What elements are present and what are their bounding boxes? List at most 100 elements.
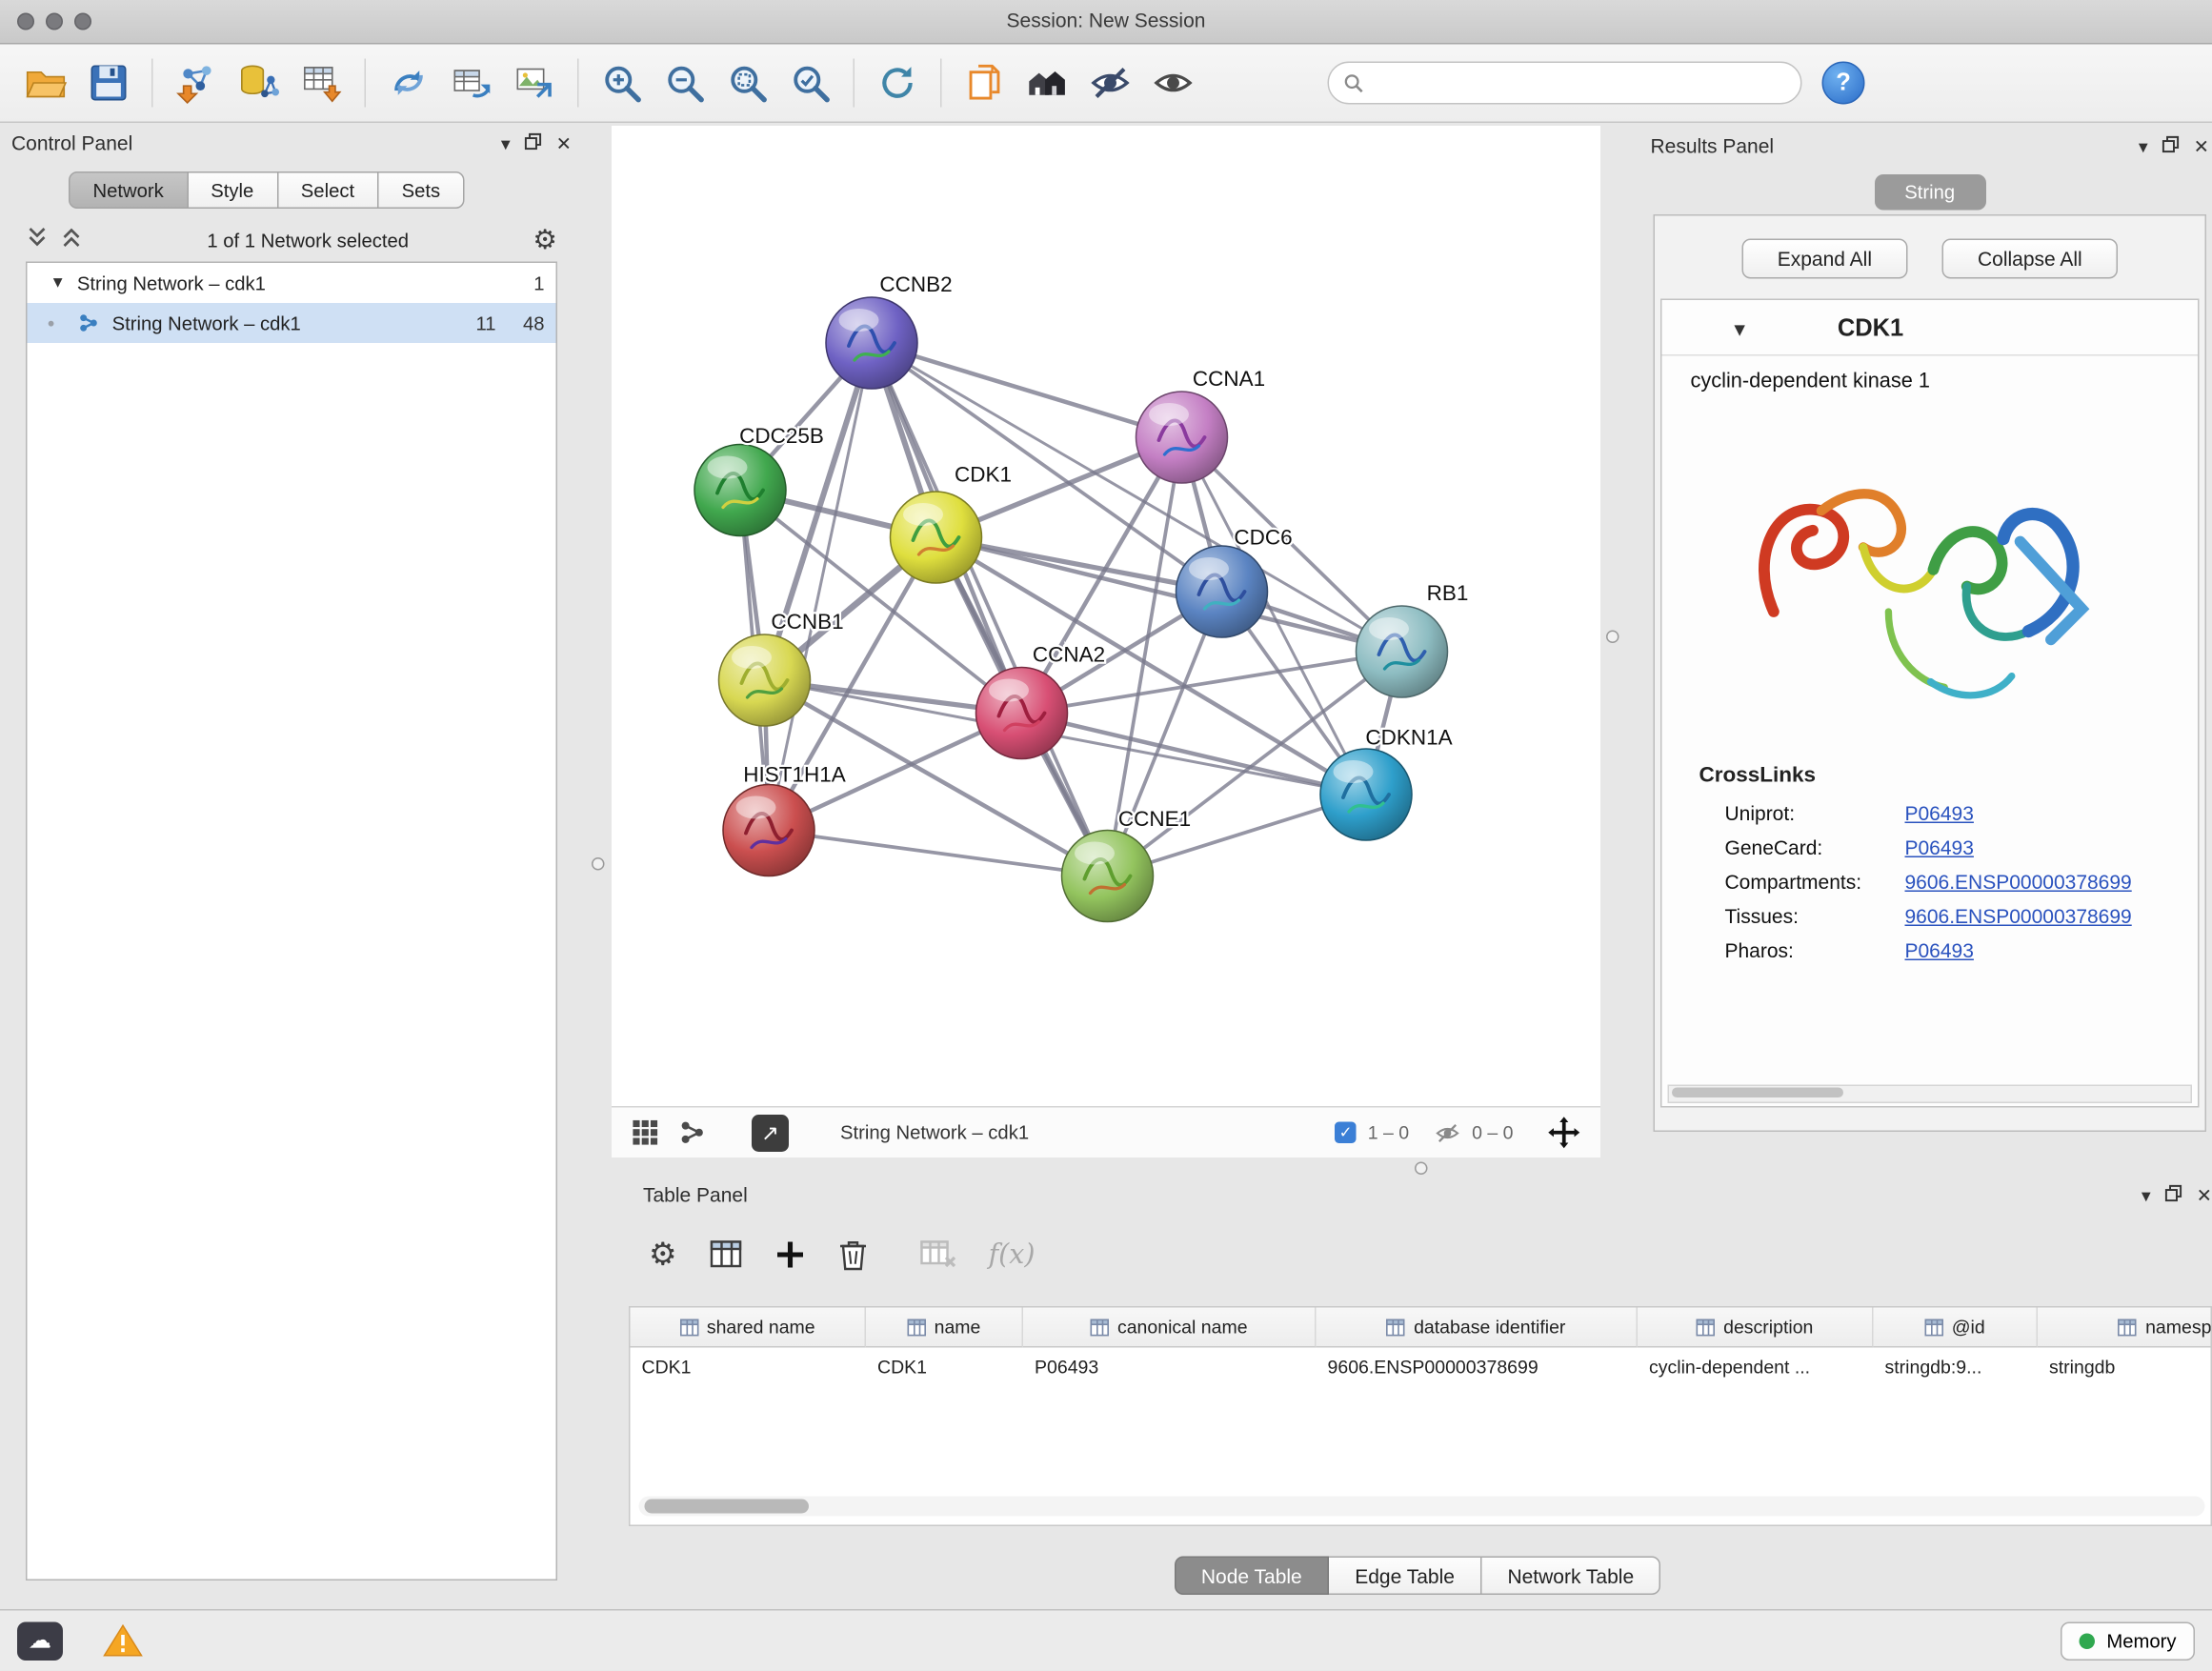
panel-float-icon[interactable] (2162, 136, 2180, 156)
disclosure-triangle-icon[interactable]: ▼ (50, 274, 66, 292)
cell-description[interactable]: cyclin-dependent ... (1638, 1348, 1874, 1387)
crosslink-link-uniprot[interactable]: P06493 (1905, 802, 1974, 825)
grid-view-icon[interactable] (632, 1119, 659, 1147)
network-node-cdc25b[interactable] (694, 445, 786, 536)
network-edge[interactable] (1022, 714, 1367, 795)
help-button[interactable]: ? (1822, 62, 1865, 105)
cell-database-identifier[interactable]: 9606.ENSP00000378699 (1317, 1348, 1639, 1387)
collapse-all-networks-icon[interactable] (26, 226, 49, 256)
cell-name[interactable]: CDK1 (866, 1348, 1023, 1387)
network-node-cdc6[interactable] (1176, 546, 1268, 637)
crosslink-link-pharos[interactable]: P06493 (1905, 939, 1974, 962)
network-collection-row[interactable]: ▼ String Network – cdk1 1 (28, 263, 556, 303)
crosslink-link-genecard[interactable]: P06493 (1905, 836, 1974, 859)
pan-move-icon[interactable] (1548, 1117, 1581, 1150)
cell-id[interactable]: stringdb:9... (1874, 1348, 2039, 1387)
tab-network[interactable]: Network (69, 171, 188, 209)
network-edge[interactable] (872, 343, 1182, 437)
first-neighbors-icon[interactable] (1016, 51, 1079, 114)
create-column-plus-icon[interactable] (774, 1239, 806, 1271)
network-node-ccna2[interactable] (976, 668, 1068, 759)
zoom-in-icon[interactable] (591, 51, 654, 114)
network-node-ccnb2[interactable] (826, 297, 917, 389)
gene-disclosure-triangle-icon[interactable]: ▼ (1731, 318, 1749, 340)
tab-sets[interactable]: Sets (379, 171, 465, 209)
column-header-shared-name[interactable]: shared name (631, 1308, 867, 1348)
open-session-icon[interactable] (14, 51, 77, 114)
search-input[interactable] (1365, 70, 1787, 95)
expand-all-networks-icon[interactable] (60, 226, 83, 256)
tab-select[interactable]: Select (278, 171, 379, 209)
refresh-view-icon[interactable] (866, 51, 929, 114)
panel-close-icon[interactable]: ✕ (2197, 1185, 2212, 1204)
import-network-database-icon[interactable] (228, 51, 291, 114)
tab-string[interactable]: String (1874, 174, 1985, 211)
clone-network-icon[interactable] (377, 51, 440, 114)
column-header-database-identifier[interactable]: database identifier (1317, 1308, 1639, 1348)
zoom-out-icon[interactable] (654, 51, 716, 114)
panel-close-icon[interactable]: ✕ (2194, 136, 2209, 155)
selected-checkbox-icon[interactable]: ✓ (1335, 1122, 1357, 1144)
right-splitter-handle[interactable] (1606, 631, 1619, 644)
network-node-cdkn1a[interactable] (1320, 749, 1412, 840)
export-image-icon[interactable] (503, 51, 566, 114)
bottom-splitter-handle[interactable] (1415, 1162, 1428, 1176)
network-overview-icon[interactable] (679, 1119, 707, 1147)
scrollbar-thumb[interactable] (1672, 1088, 1843, 1098)
warning-icon[interactable] (103, 1623, 143, 1658)
panel-close-icon[interactable]: ✕ (556, 133, 572, 152)
column-header-canonical-name[interactable]: canonical name (1023, 1308, 1317, 1348)
network-edge[interactable] (769, 343, 872, 831)
memory-button[interactable]: Memory (2061, 1621, 2195, 1661)
table-horizontal-scrollbar[interactable] (639, 1497, 2205, 1517)
left-splitter-handle[interactable] (592, 857, 605, 871)
copy-document-icon[interactable] (954, 51, 1016, 114)
table-options-gear-icon[interactable]: ⚙ (649, 1237, 677, 1274)
network-node-ccne1[interactable] (1062, 831, 1154, 922)
network-node-ccna1[interactable] (1136, 392, 1228, 483)
panel-float-icon[interactable] (2165, 1185, 2182, 1205)
network-edge[interactable] (769, 831, 1108, 876)
delete-column-trash-icon[interactable] (837, 1238, 869, 1272)
show-columns-icon[interactable] (709, 1238, 743, 1272)
zoom-fit-icon[interactable] (716, 51, 779, 114)
cell-namespace[interactable]: stringdb (2038, 1348, 2212, 1387)
search-box[interactable] (1328, 62, 1802, 105)
import-network-file-icon[interactable] (165, 51, 228, 114)
panel-menu-icon[interactable]: ▾ (2139, 136, 2148, 155)
network-node-ccnb1[interactable] (719, 634, 811, 726)
network-node-rb1[interactable] (1357, 606, 1448, 697)
delete-table-icon[interactable] (920, 1239, 957, 1271)
cell-shared-name[interactable]: CDK1 (631, 1348, 867, 1387)
network-graph[interactable]: CCNB2CCNA1CDC25BCDK1CDC6RB1CCNB1CCNA2CDK… (612, 126, 1600, 1106)
crosslink-link-tissues[interactable]: 9606.ENSP00000378699 (1905, 905, 2132, 928)
detach-view-button[interactable]: ↗ (752, 1114, 789, 1151)
network-edge[interactable] (872, 343, 1108, 876)
scrollbar-thumb[interactable] (645, 1500, 810, 1514)
tab-edge-table[interactable]: Edge Table (1329, 1557, 1481, 1596)
cell-canonical-name[interactable]: P06493 (1023, 1348, 1317, 1387)
network-node-hist1h1a[interactable] (723, 785, 814, 876)
tab-node-table[interactable]: Node Table (1174, 1557, 1329, 1596)
collapse-all-button[interactable]: Collapse All (1942, 239, 2119, 279)
column-header-description[interactable]: description (1638, 1308, 1874, 1348)
panel-menu-icon[interactable]: ▾ (2142, 1185, 2151, 1204)
tab-network-table[interactable]: Network Table (1481, 1557, 1660, 1596)
panel-menu-icon[interactable]: ▾ (501, 133, 511, 152)
network-table-icon[interactable] (440, 51, 503, 114)
network-node-cdk1[interactable] (891, 492, 982, 583)
column-header-id[interactable]: @id (1874, 1308, 2039, 1348)
network-options-gear-icon[interactable]: ⚙ (533, 228, 557, 255)
column-header-namespace[interactable]: namespace (2038, 1308, 2212, 1348)
zoom-selected-icon[interactable] (779, 51, 842, 114)
results-horizontal-scrollbar[interactable] (1668, 1085, 2193, 1104)
save-session-icon[interactable] (77, 51, 140, 114)
cloud-icon[interactable]: ☁ (17, 1621, 63, 1661)
expand-all-button[interactable]: Expand All (1741, 239, 1907, 279)
import-table-icon[interactable] (291, 51, 353, 114)
table-row[interactable]: CDK1 CDK1 P06493 9606.ENSP00000378699 cy… (631, 1348, 2211, 1387)
tab-style[interactable]: Style (188, 171, 278, 209)
function-builder-icon[interactable]: f(x) (989, 1239, 1036, 1271)
show-all-eye-icon[interactable] (1142, 51, 1205, 114)
column-header-name[interactable]: name (866, 1308, 1023, 1348)
